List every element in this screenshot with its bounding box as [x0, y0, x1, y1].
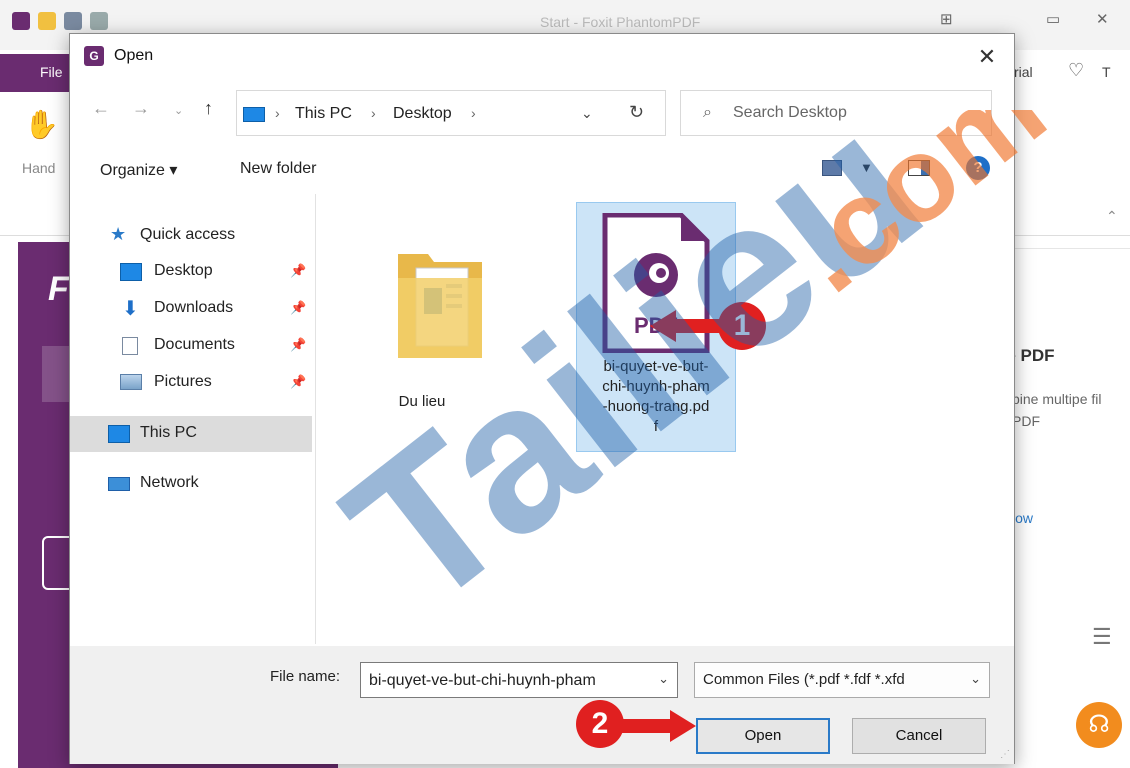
sidebar-item-documents[interactable]: Documents 📌	[70, 328, 316, 364]
up-arrow-icon[interactable]: ↑	[204, 98, 213, 119]
sidebar-item-label: Documents	[154, 336, 235, 353]
ribbon-display-icon[interactable]: ⊞	[940, 10, 953, 28]
hand-icon[interactable]: ✋	[24, 108, 59, 141]
chevron-down-icon[interactable]: ⌄	[581, 105, 593, 122]
navigation-row: ← → ⌄ ↑ › This PC › Desktop › ⌄ ↻ ⌕	[70, 80, 1014, 146]
file-name-field[interactable]	[369, 670, 651, 692]
open-folder-icon[interactable]	[38, 12, 56, 30]
panel-item[interactable]	[42, 418, 72, 474]
dialog-title: Open	[114, 47, 154, 64]
breadcrumb-this-pc[interactable]: This PC	[295, 105, 352, 123]
back-arrow-icon[interactable]: ←	[92, 98, 110, 119]
file-name-combo[interactable]: ⌄	[360, 662, 678, 698]
organize-menu[interactable]: Organize ▾	[100, 160, 177, 180]
app-title: Start - Foxit PhantomPDF	[540, 14, 701, 30]
sidebar-item-this-pc[interactable]: This PC	[70, 416, 312, 452]
refresh-icon[interactable]: ↻	[629, 102, 644, 123]
save-icon[interactable]	[64, 12, 82, 30]
card-description: pine multipe fil PDF	[1012, 391, 1102, 429]
ribbon-tab-tutorial[interactable]: rial	[1014, 64, 1033, 80]
file-name-label: File name:	[270, 668, 341, 685]
help-icon[interactable]: ?	[966, 156, 990, 180]
hand-tool-label[interactable]: Hand	[22, 160, 55, 176]
chevron-down-icon[interactable]: ⌄	[970, 671, 981, 687]
sidebar-item-label: Downloads	[154, 299, 234, 316]
collapse-ribbon-icon[interactable]: ⌃	[1106, 208, 1118, 225]
sidebar-item-label: Pictures	[154, 373, 212, 390]
annotation-arrow-2	[620, 710, 696, 742]
pin-icon[interactable]: 📌	[290, 263, 306, 279]
annotation-arrow-1	[650, 310, 726, 342]
search-icon: ⌕	[703, 104, 712, 121]
computer-icon	[243, 107, 265, 122]
desktop-icon	[120, 263, 142, 281]
dialog-footer: File name: ⌄ Common Files (*.pdf *.fdf *…	[70, 646, 1014, 764]
file-type-value: Common Files (*.pdf *.fdf *.xfd	[703, 671, 905, 688]
dialog-titlebar: G Open ✕	[70, 34, 1014, 80]
file-item-folder[interactable]: Du lieu	[342, 214, 502, 454]
dialog-toolbar: Organize ▾ New folder ▼ ?	[70, 146, 1014, 192]
print-icon[interactable]	[90, 12, 108, 30]
sidebar-item-network[interactable]: Network	[70, 466, 316, 502]
chevron-down-icon[interactable]: ⌄	[658, 671, 669, 687]
downloads-icon: ⬇	[122, 298, 139, 320]
forward-arrow-icon[interactable]: →	[132, 98, 150, 119]
documents-icon	[122, 337, 138, 355]
preview-pane-icon[interactable]	[908, 160, 930, 176]
sidebar-item-downloads[interactable]: ⬇ Downloads 📌	[70, 291, 316, 327]
recent-locations-icon[interactable]: ⌄	[174, 104, 183, 117]
ribbon-tab-t[interactable]: T	[1102, 64, 1111, 80]
pin-icon[interactable]: 📌	[290, 300, 306, 316]
change-view-icon[interactable]	[822, 160, 842, 176]
open-button[interactable]: Open	[696, 718, 830, 754]
file-name-label: bi-quyet-ve-but- chi-huynh-pham -huong-t…	[602, 358, 710, 435]
close-icon[interactable]: ✕	[972, 42, 1002, 72]
open-file-dialog: G Open ✕ ← → ⌄ ↑ › This PC › Desktop › ⌄…	[69, 33, 1015, 764]
sidebar-item-desktop[interactable]: Desktop 📌	[70, 254, 316, 290]
list-view-icon[interactable]: ☰	[1092, 624, 1112, 650]
foxit-panel-logo: F	[48, 270, 69, 308]
sidebar-item-label: Network	[140, 474, 199, 491]
sidebar-item-label: This PC	[140, 424, 197, 441]
breadcrumb-desktop[interactable]: Desktop	[393, 105, 452, 123]
step-2-badge: 2	[576, 700, 624, 748]
restore-icon[interactable]: ▭	[1046, 10, 1060, 28]
search-input[interactable]	[733, 101, 983, 125]
sidebar-item-quick-access[interactable]: ★ Quick access	[70, 218, 316, 254]
sidebar-item-pictures[interactable]: Pictures 📌	[70, 365, 316, 401]
sidebar-item-label: Quick access	[140, 226, 236, 243]
foxit-logo-icon	[12, 12, 30, 30]
view-options-dropdown-icon[interactable]: ▼	[860, 160, 873, 175]
panel-home-item[interactable]	[42, 346, 72, 402]
network-icon	[108, 477, 130, 491]
breadcrumb-separator[interactable]: ›	[471, 105, 476, 121]
computer-icon	[108, 425, 130, 443]
pictures-icon	[120, 374, 142, 390]
search-box[interactable]: ⌕	[680, 90, 992, 136]
pin-icon[interactable]: 📌	[290, 374, 306, 390]
sidebar-item-label: Desktop	[154, 262, 213, 279]
breadcrumb-separator[interactable]: ›	[275, 105, 280, 121]
close-app-icon[interactable]: ✕	[1096, 10, 1109, 28]
address-bar[interactable]: › This PC › Desktop › ⌄ ↻	[236, 90, 666, 136]
card-link[interactable]: low	[1012, 510, 1033, 526]
folder-icon	[398, 254, 482, 358]
foxit-app-icon: G	[84, 46, 104, 66]
file-type-select[interactable]: Common Files (*.pdf *.fdf *.xfd ⌄	[694, 662, 990, 698]
lightbulb-icon[interactable]: ♡	[1068, 60, 1084, 81]
new-folder-button[interactable]: New folder	[240, 160, 316, 178]
step-1-badge: 1	[718, 302, 766, 350]
resize-grip-icon[interactable]: ⋰	[1000, 749, 1010, 760]
pin-icon[interactable]: 📌	[290, 337, 306, 353]
star-icon: ★	[110, 224, 127, 244]
support-icon[interactable]: ☊	[1076, 702, 1122, 748]
breadcrumb-separator[interactable]: ›	[371, 105, 376, 121]
file-list: Du lieu PDF bi-quyet-ve-but- chi-huynh-p…	[318, 194, 1014, 644]
navigation-pane: ★ Quick access Desktop 📌 ⬇ Downloads 📌 D…	[70, 194, 316, 644]
file-name-label: Du lieu	[398, 393, 446, 410]
cancel-button[interactable]: Cancel	[852, 718, 986, 754]
tab-file[interactable]: File	[0, 54, 70, 92]
